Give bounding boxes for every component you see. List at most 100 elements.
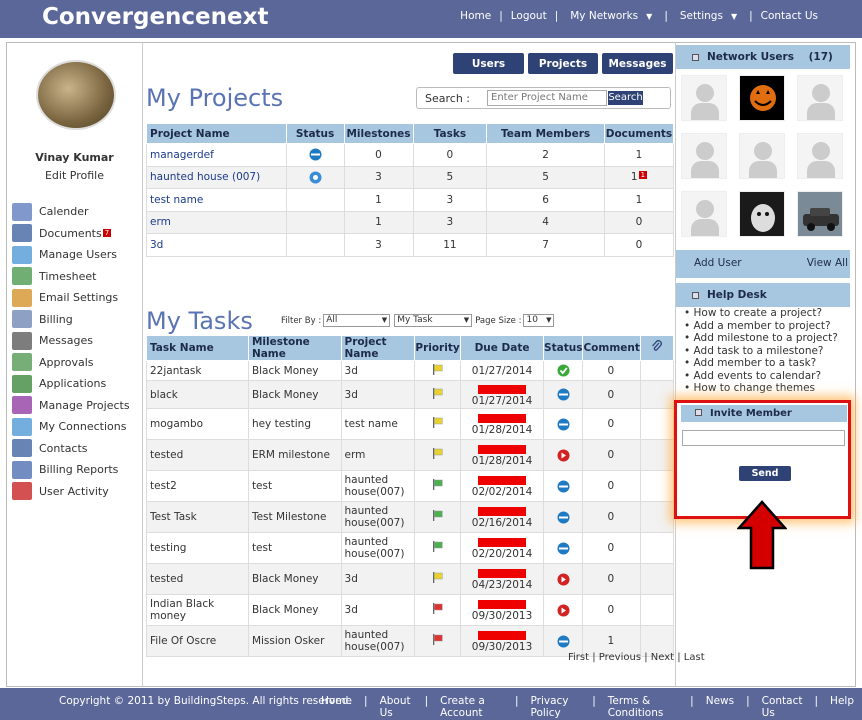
sidebar-item-user-activity[interactable]: User Activity	[12, 481, 130, 503]
task-name[interactable]: tested	[146, 563, 249, 595]
footer-link-news[interactable]: News	[698, 695, 742, 719]
documents-count[interactable]: 0	[603, 233, 675, 257]
table-row[interactable]: tested ERM milestone erm Overdue 01/28/2014 0	[146, 439, 675, 471]
filter-select-task[interactable]: My Task	[394, 314, 473, 327]
table-row[interactable]: tested Black Money 3d Overdue 04/23/2014 0	[146, 563, 675, 595]
help-link[interactable]: • Add milestone to a project?	[684, 332, 838, 345]
help-link[interactable]: • How to create a project?	[684, 307, 838, 320]
documents-count[interactable]: 1	[603, 143, 675, 167]
project-name-link[interactable]: managerdef	[146, 143, 287, 167]
tasks-count[interactable]: 11	[412, 233, 488, 257]
table-row[interactable]: testing test haunted house(007) Overdue 02/2…	[146, 532, 675, 564]
filter-select-all[interactable]: All	[323, 314, 391, 327]
network-user-avatar[interactable]	[739, 191, 785, 237]
comment-count[interactable]: 0	[582, 439, 641, 471]
avatar[interactable]	[36, 60, 116, 130]
help-link[interactable]: • Add a member to project?	[684, 320, 838, 333]
column-header[interactable]: Tasks	[412, 123, 488, 144]
column-header[interactable]: Milestone Name	[247, 335, 342, 361]
comment-count[interactable]: 0	[582, 408, 641, 440]
task-status[interactable]	[543, 360, 584, 381]
sidebar-item-approvals[interactable]: Approvals	[12, 352, 130, 374]
sidebar-item-documents[interactable]: Documents 7	[12, 223, 130, 245]
table-row[interactable]: haunted house (007) 3 5 5 1 1	[146, 165, 675, 189]
task-name[interactable]: File Of Oscre	[146, 625, 249, 657]
network-user-avatar[interactable]	[681, 133, 727, 179]
nav-contact-us[interactable]: Contact Us	[757, 10, 822, 22]
task-status[interactable]	[543, 532, 584, 564]
task-name[interactable]: testing	[146, 532, 249, 564]
network-user-avatar[interactable]	[797, 133, 843, 179]
network-user-avatar[interactable]	[739, 75, 785, 121]
table-row[interactable]: test name 1 3 6 1	[146, 188, 675, 212]
table-row[interactable]: test2 test haunted house(007) Overdue 02/02/…	[146, 470, 675, 502]
table-row[interactable]: managerdef 0 0 2 1	[146, 143, 675, 167]
help-link[interactable]: • Add events to calendar?	[684, 370, 838, 383]
table-row[interactable]: mogambo hey testing test name Overdue 01/28/…	[146, 408, 675, 440]
task-status[interactable]	[543, 408, 584, 440]
network-user-avatar[interactable]	[681, 191, 727, 237]
tasks-count[interactable]: 0	[412, 143, 488, 167]
sidebar-item-billing-reports[interactable]: Billing Reports	[12, 459, 130, 481]
column-header[interactable]: Priority	[414, 335, 462, 361]
table-row[interactable]: 3d 3 11 7 0	[146, 233, 675, 257]
column-header[interactable]: Status	[285, 123, 345, 144]
tab-messages[interactable]: Messages	[602, 53, 673, 74]
project-name-link[interactable]: erm	[146, 210, 287, 234]
documents-count[interactable]: 0	[603, 210, 675, 234]
task-name[interactable]: test2	[146, 470, 249, 502]
task-status[interactable]	[543, 439, 584, 471]
task-name[interactable]: Test Task	[146, 501, 249, 533]
project-search-input[interactable]: Enter Project Name	[487, 90, 607, 106]
nav-logout[interactable]: Logout	[507, 10, 551, 22]
column-header[interactable]: Task Name	[146, 335, 249, 361]
page-size-select[interactable]: 10	[523, 314, 555, 327]
sidebar-item-messages[interactable]: Messages	[12, 330, 130, 352]
column-header[interactable]: Comment	[582, 335, 641, 361]
members-count[interactable]: 4	[486, 210, 605, 234]
comment-count[interactable]: 0	[582, 532, 641, 564]
send-invite-button[interactable]: Send Invite	[739, 466, 791, 494]
task-status[interactable]	[543, 594, 584, 626]
comment-count[interactable]: 0	[582, 563, 641, 595]
edit-profile-link[interactable]: Edit Profile	[6, 169, 143, 182]
search-button[interactable]: Search	[608, 91, 643, 105]
footer-link-privacy-policy[interactable]: Privacy Policy	[522, 695, 588, 719]
members-count[interactable]: 6	[486, 188, 605, 212]
sidebar-item-email-settings[interactable]: Email Settings	[12, 287, 130, 309]
column-header[interactable]: Due Date	[460, 335, 545, 361]
comment-count[interactable]: 0	[582, 380, 641, 409]
collapse-icon[interactable]	[692, 291, 699, 299]
tasks-count[interactable]: 3	[412, 188, 488, 212]
task-name[interactable]: 22jantask	[146, 360, 249, 381]
sidebar-item-applications[interactable]: Applications	[12, 373, 130, 395]
sidebar-item-manage-users[interactable]: Manage Users	[12, 244, 130, 266]
project-name-link[interactable]: 3d	[146, 233, 287, 257]
table-row[interactable]: Test Task Test Milestone haunted house(007…	[146, 501, 675, 533]
tab-users[interactable]: Users	[453, 53, 524, 74]
task-name[interactable]: Indian Black money	[146, 594, 249, 626]
comment-count[interactable]: 0	[582, 594, 641, 626]
help-link[interactable]: • Add member to a task?	[684, 357, 838, 370]
documents-count[interactable]: 11	[603, 165, 675, 189]
task-status[interactable]	[543, 380, 584, 409]
table-row[interactable]: erm 1 3 4 0	[146, 210, 675, 234]
footer-link-about-us[interactable]: About Us	[372, 695, 421, 719]
collapse-icon[interactable]	[695, 409, 702, 416]
footer-link-help[interactable]: Help	[822, 695, 862, 719]
column-header[interactable]: Project Name	[146, 123, 287, 144]
column-header[interactable]: Project Name	[340, 335, 416, 361]
help-link[interactable]: • How to change themes	[684, 382, 838, 395]
task-status[interactable]	[543, 470, 584, 502]
help-link[interactable]: • Add task to a milestone?	[684, 345, 838, 358]
sidebar-item-billing[interactable]: Billing	[12, 309, 130, 331]
sidebar-item-manage-projects[interactable]: Manage Projects	[12, 395, 130, 417]
milestones-count[interactable]: 1	[343, 188, 414, 212]
members-count[interactable]: 7	[486, 233, 605, 257]
table-row[interactable]: Indian Black money Black Money 3d Overdue 09…	[146, 594, 675, 626]
tasks-count[interactable]: 5	[412, 165, 488, 189]
sidebar-item-timesheet[interactable]: Timesheet	[12, 266, 130, 288]
project-name-link[interactable]: haunted house (007)	[146, 165, 287, 189]
tasks-count[interactable]: 3	[412, 210, 488, 234]
task-name[interactable]: tested	[146, 439, 249, 471]
